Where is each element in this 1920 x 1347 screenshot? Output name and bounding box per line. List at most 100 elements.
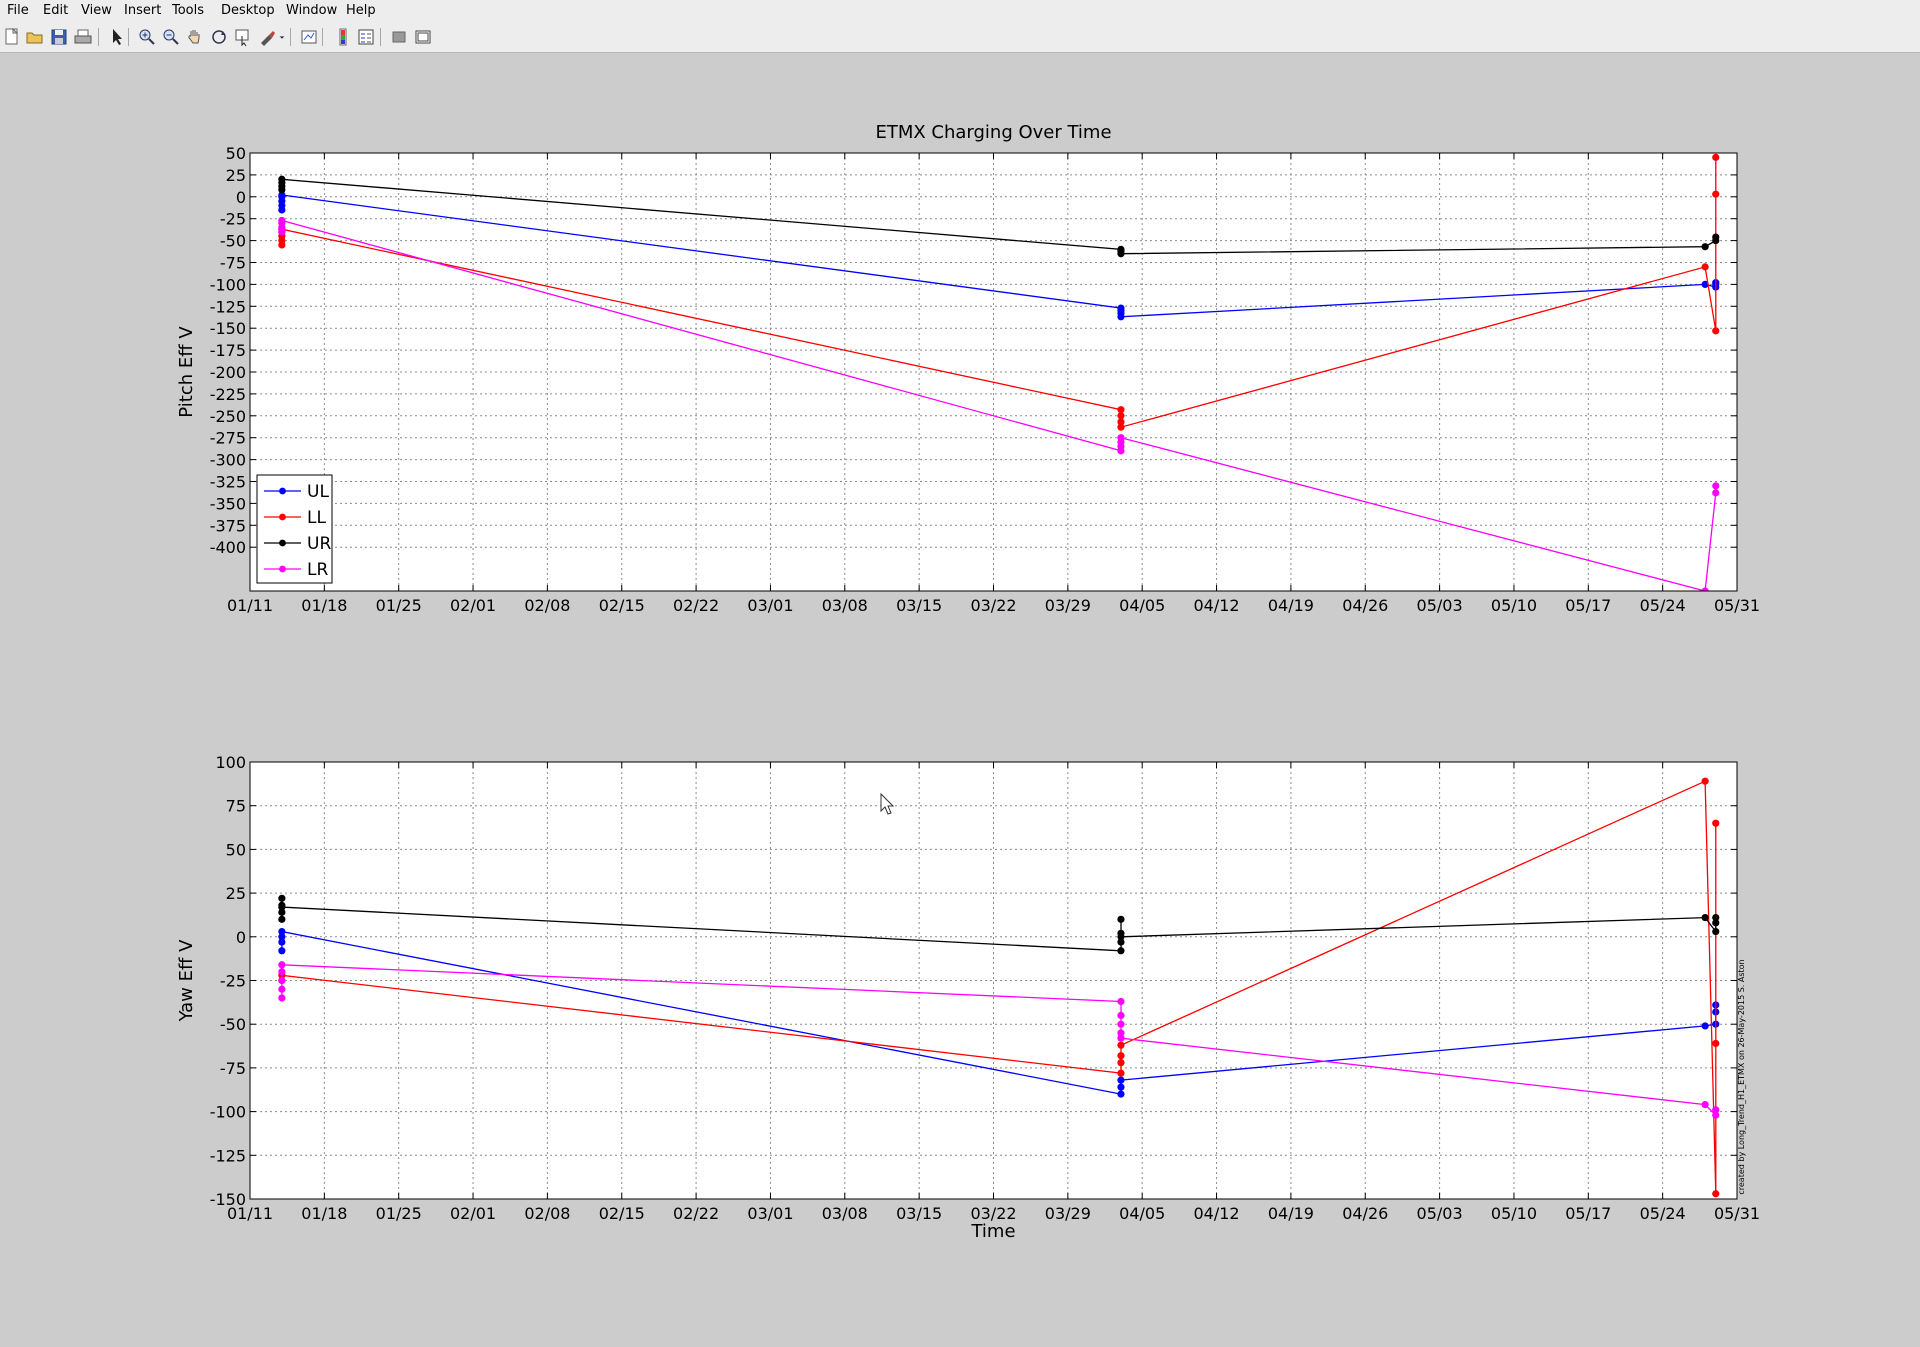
select-arrow-button[interactable]	[107, 27, 127, 47]
data-point-UR-4	[278, 903, 286, 911]
open-file-button[interactable]	[25, 27, 45, 47]
colorbar-button[interactable]	[333, 27, 353, 47]
x-tick-label-05-03: 05/03	[1417, 1204, 1463, 1223]
data-point-UR-7	[1701, 243, 1709, 251]
x-tick-label-04-05: 04/05	[1119, 596, 1165, 615]
x-tick-label-04-26: 04/26	[1342, 596, 1388, 615]
menu-insert[interactable]: Insert	[124, 3, 161, 18]
x-tick-label-04-12: 04/12	[1193, 596, 1239, 615]
y-tick-label--400: -400	[210, 538, 246, 557]
rotate-3d-button[interactable]	[209, 27, 229, 47]
data-cursor-button[interactable]	[233, 27, 253, 47]
y-tick-label--150: -150	[210, 1190, 246, 1209]
y-tick-label-50: 50	[226, 840, 246, 859]
print-button[interactable]	[73, 27, 93, 47]
y-tick-label--100: -100	[210, 1103, 246, 1122]
link-plot-button[interactable]	[299, 27, 319, 47]
y-tick-label--275: -275	[210, 429, 246, 448]
x-tick-label-02-15: 02/15	[599, 1204, 645, 1223]
data-point-UR-3	[278, 915, 286, 923]
data-point-LL-10	[1712, 327, 1720, 335]
data-point-UL-5	[1117, 1083, 1125, 1091]
legend-marker-LR	[279, 565, 286, 573]
data-point-LR-7	[1117, 434, 1125, 442]
y-tick-label--50: -50	[220, 1015, 246, 1034]
menu-window[interactable]: Window	[286, 3, 337, 18]
data-point-LL-9	[1701, 263, 1709, 271]
y-tick-label--350: -350	[210, 494, 246, 513]
hide-plot-tools-icon	[392, 31, 406, 43]
y-tick-label--50: -50	[220, 232, 246, 251]
hide-plot-tools-button[interactable]	[389, 27, 409, 47]
pan-hand-icon	[188, 30, 200, 44]
y-tick-label--200: -200	[210, 363, 246, 382]
x-tick-label-02-01: 02/01	[450, 596, 496, 615]
y-tick-label--25: -25	[220, 972, 246, 991]
legend-label-LR: LR	[307, 560, 328, 580]
x-tick-label-04-05: 04/05	[1119, 1204, 1165, 1223]
data-point-UL-3	[278, 927, 286, 936]
figure-canvas: 01/11 01/18 01/25 02/01 02/08 02/15 02/22 03/01…	[176, 122, 1760, 1242]
data-point-LR-9	[1712, 489, 1720, 497]
x-tick-label-03-15: 03/15	[896, 596, 942, 615]
x-tick-label-03-15: 03/15	[896, 1204, 942, 1223]
y-tick-label--325: -325	[210, 473, 246, 492]
x-tick-label-05-24: 05/24	[1640, 1204, 1686, 1223]
legend-label-UL: UL	[307, 482, 329, 502]
menu-help[interactable]: Help	[346, 3, 376, 18]
new-figure-button[interactable]	[2, 27, 22, 47]
data-point-UR-11	[1712, 927, 1720, 936]
data-point-UL-0	[278, 947, 286, 955]
x-tick-label-02-22: 02/22	[673, 1204, 719, 1223]
x-tick-label-01-18: 01/18	[301, 596, 347, 615]
data-point-UL-6	[1117, 1076, 1125, 1084]
data-point-LR-6	[1117, 1011, 1125, 1020]
x-tick-label-05-31: 05/31	[1714, 596, 1760, 615]
rotate-3d-icon	[212, 30, 226, 44]
legend-marker-UL	[279, 487, 286, 495]
brush-dropdown-button[interactable]	[276, 27, 288, 47]
y-tick-label--300: -300	[210, 451, 246, 470]
y-tick-label--100: -100	[210, 275, 246, 294]
data-point-UR-10	[1701, 913, 1709, 922]
x-tick-label-03-08: 03/08	[822, 596, 868, 615]
data-point-LL-9	[1712, 819, 1720, 827]
menu-file[interactable]: File	[7, 3, 29, 18]
y-tick-label--375: -375	[210, 516, 246, 535]
data-point-LL-5	[1117, 1041, 1125, 1049]
y-axis-label: Yaw Eff V	[176, 939, 197, 1022]
data-point-UR-9	[1117, 933, 1125, 941]
y-tick-label--150: -150	[210, 319, 246, 338]
data-point-LL-6	[1701, 777, 1709, 785]
data-point-LL-5	[1117, 406, 1125, 414]
menu-edit[interactable]: Edit	[43, 3, 68, 18]
legend-button[interactable]	[356, 27, 376, 47]
legend-marker-LL	[279, 513, 286, 521]
data-point-UR-9	[1712, 233, 1720, 241]
zoom-out-icon	[163, 29, 179, 45]
zoom-in-button[interactable]	[137, 27, 157, 47]
data-cursor-icon	[235, 29, 249, 47]
data-point-UR-8	[1117, 915, 1125, 923]
menu-bar: File Edit View Insert Tools Desktop Window Help	[0, 0, 1920, 23]
menu-tools[interactable]: Tools	[172, 3, 204, 18]
pan-hand-button[interactable]	[185, 27, 205, 47]
x-tick-label-01-25: 01/25	[376, 1204, 422, 1223]
y-tick-label--250: -250	[210, 407, 246, 426]
data-point-LL-2	[1117, 1069, 1125, 1077]
save-button[interactable]	[49, 27, 69, 47]
zoom-out-button[interactable]	[161, 27, 181, 47]
brush-button[interactable]	[257, 27, 277, 47]
menu-desktop[interactable]: Desktop	[221, 3, 275, 18]
y-tick-label-100: 100	[215, 753, 246, 772]
menu-view[interactable]: View	[81, 3, 112, 18]
x-tick-label-04-12: 04/12	[1193, 1204, 1239, 1223]
x-tick-label-05-10: 05/10	[1491, 1204, 1537, 1223]
x-tick-label-02-15: 02/15	[599, 596, 645, 615]
show-plot-tools-button[interactable]	[413, 27, 433, 47]
toolbar	[0, 22, 1920, 53]
y-tick-label-25: 25	[226, 166, 246, 185]
data-point-UR-5	[1117, 947, 1125, 955]
data-point-UL-7	[1701, 1022, 1709, 1030]
save-icon	[51, 29, 67, 45]
